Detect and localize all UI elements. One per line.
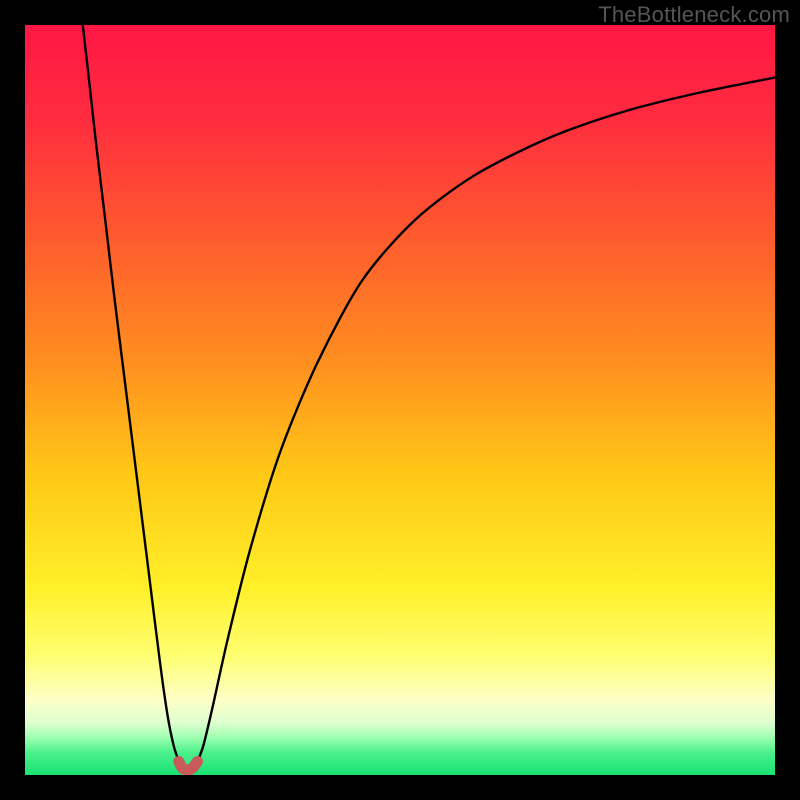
chart-svg — [25, 25, 775, 775]
plot-area — [25, 25, 775, 775]
chart-frame: TheBottleneck.com — [0, 0, 800, 800]
gradient-background — [25, 25, 775, 775]
